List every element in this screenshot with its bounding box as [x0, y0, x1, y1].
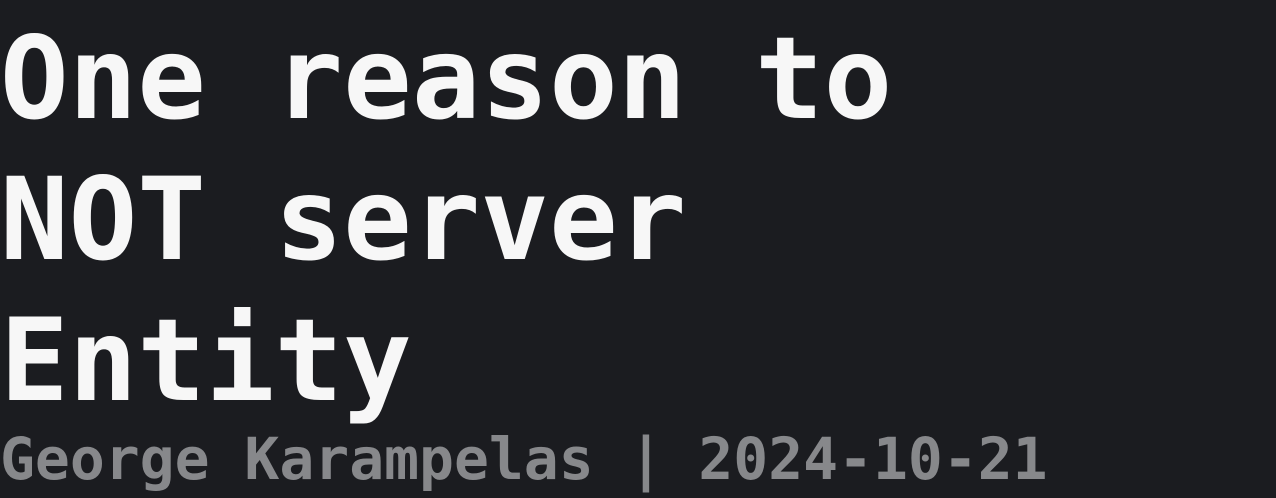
post-title-line-3: Entity	[0, 294, 412, 427]
post-title-line-2: NOT server	[0, 153, 687, 286]
byline-separator: |	[628, 425, 664, 493]
author-name: George Karampelas	[0, 425, 594, 493]
byline: George Karampelas | 2024-10-21	[0, 430, 1048, 488]
post-title-line-1: One reason to	[0, 12, 893, 145]
post-date: 2024-10-21	[698, 425, 1048, 493]
post-card: One reason to NOT server Entity George K…	[0, 0, 1276, 498]
